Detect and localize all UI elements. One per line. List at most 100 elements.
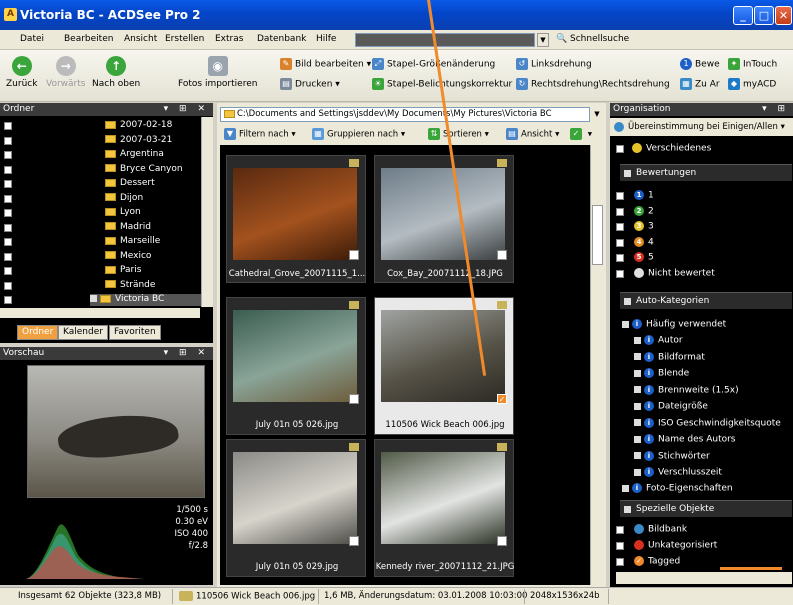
menu-extras[interactable]: Extras	[215, 34, 243, 44]
organisation-hscrollbar[interactable]	[616, 572, 792, 584]
folder-checkbox[interactable]	[4, 209, 12, 217]
tag-checkbox[interactable]	[349, 394, 359, 404]
expand-icon[interactable]	[634, 402, 641, 410]
org-checkbox[interactable]	[616, 254, 624, 262]
tag-checkbox[interactable]	[497, 536, 507, 546]
group-button[interactable]: ▦ Gruppieren nach ▾	[312, 128, 405, 140]
folder-item[interactable]: Argentina	[105, 149, 164, 161]
folder-checkbox[interactable]	[4, 180, 12, 188]
ratings-section-header[interactable]: Bewertungen	[620, 164, 792, 181]
menu-bearbeiten[interactable]: Bearbeiten	[64, 34, 113, 44]
sort-button[interactable]: ⇅ Sortieren ▾	[428, 128, 489, 140]
folder-checkbox[interactable]	[4, 136, 12, 145]
tag-checkbox[interactable]	[349, 250, 359, 260]
expand-icon[interactable]	[622, 320, 629, 328]
folder-item[interactable]: Strände	[105, 280, 155, 292]
thumbnail-item[interactable]: Cathedral_Grove_20071115_1...	[226, 155, 366, 283]
auto-category-item[interactable]: i ISO Geschwindigkeitsquote	[634, 417, 781, 431]
menu-erstellen[interactable]: Erstellen	[165, 34, 204, 44]
thumbnail-item[interactable]: Kennedy river_20071112_21.JPG	[374, 439, 514, 577]
tab-ordner[interactable]: Ordner	[17, 325, 59, 340]
menu-datei[interactable]: Datei	[20, 34, 44, 44]
tagged-checkbox[interactable]: ✓	[497, 394, 507, 404]
rating-item[interactable]: Nicht bewertet	[634, 267, 715, 281]
thumbnail-item[interactable]: ✓ 110506 Wick Beach 006.jpg	[374, 297, 514, 435]
rating-item[interactable]: 11	[634, 190, 654, 203]
quick-search-input[interactable]	[355, 33, 535, 47]
special-item-uncategorized[interactable]: Unkategorisiert	[634, 540, 717, 553]
collapse-icon[interactable]	[624, 298, 631, 305]
expand-icon[interactable]	[634, 468, 641, 476]
folder-item[interactable]: Dijon	[105, 193, 143, 205]
assign-button[interactable]: ▦ Zu Ar	[680, 78, 720, 90]
batch-resize-button[interactable]: ⤢ Stapel-Größenänderung	[372, 58, 495, 70]
org-checkbox[interactable]	[616, 207, 624, 216]
folder-item[interactable]: Victoria BC	[90, 294, 205, 306]
org-checkbox[interactable]	[616, 192, 624, 200]
auto-category-item[interactable]: i Blende	[634, 368, 689, 381]
menu-ansicht[interactable]: Ansicht	[124, 34, 157, 44]
collapse-icon[interactable]	[624, 170, 631, 177]
select-button[interactable]: ✓ ▾	[570, 128, 592, 140]
folder-item[interactable]: Dessert	[105, 178, 155, 190]
tab-kalender[interactable]: Kalender	[58, 325, 108, 340]
auto-category-item[interactable]: i Dateigröße	[634, 401, 708, 414]
menu-datenbank[interactable]: Datenbank	[257, 34, 306, 44]
back-button[interactable]: ← Zurück	[6, 56, 37, 89]
print-button[interactable]: ▤ Drucken ▾	[280, 78, 340, 90]
folder-item[interactable]: 2007-02-18	[105, 120, 172, 132]
tag-checkbox[interactable]	[497, 250, 507, 260]
folder-checkbox[interactable]	[4, 267, 12, 275]
auto-category-item[interactable]: i Name des Autors	[634, 434, 736, 447]
up-button[interactable]: ↑ Nach oben	[92, 56, 140, 89]
org-checkbox[interactable]	[616, 542, 624, 550]
org-checkbox[interactable]	[616, 269, 624, 278]
expand-icon[interactable]	[634, 353, 641, 360]
folder-item[interactable]: Lyon	[105, 207, 141, 219]
view-button[interactable]: ▤ Ansicht ▾	[506, 128, 559, 140]
folder-item[interactable]: Bryce Canyon	[105, 164, 183, 176]
path-dropdown-icon[interactable]: ▼	[591, 107, 603, 122]
rating-item[interactable]: 33	[634, 221, 654, 234]
tab-favoriten[interactable]: Favoriten	[109, 325, 161, 340]
scrollbar-thumb[interactable]	[592, 205, 603, 265]
rating-item[interactable]: 44	[634, 236, 654, 250]
folder-checkbox[interactable]	[4, 165, 12, 174]
expand-icon[interactable]	[634, 386, 641, 393]
pane-controls[interactable]: ▾ ⊞ ✕	[164, 347, 209, 360]
search-dropdown-icon[interactable]: ▼	[537, 33, 549, 47]
rotate-left-button[interactable]: ↺ Linksdrehung	[516, 58, 592, 70]
folder-checkbox[interactable]	[4, 238, 12, 246]
folders-scrollbar[interactable]	[201, 117, 213, 307]
path-field[interactable]: C:\Documents and Settings\jsddev\My Docu…	[220, 107, 590, 122]
expand-icon[interactable]	[622, 484, 629, 492]
thumbnail-item[interactable]: July 01n 05 029.jpg	[226, 439, 366, 577]
folder-checkbox[interactable]	[4, 194, 12, 203]
folder-checkbox[interactable]	[4, 296, 12, 304]
rotate-right-button[interactable]: ↻ Rechtsdrehung\Rechtsdrehung	[516, 78, 670, 90]
folder-item[interactable]: Mexico	[105, 251, 151, 263]
folder-checkbox[interactable]	[4, 122, 12, 130]
expand-icon[interactable]	[634, 336, 641, 344]
folder-checkbox[interactable]	[4, 252, 12, 261]
maximize-button[interactable]: □	[754, 6, 774, 25]
auto-category-item[interactable]: i Bildformat	[634, 351, 705, 365]
auto-category-item[interactable]: i Brennweite (1.5x)	[634, 384, 739, 398]
expand-icon[interactable]	[634, 435, 641, 443]
expand-icon[interactable]	[90, 295, 97, 302]
folder-item[interactable]: Paris	[105, 265, 141, 277]
special-item-bildbank[interactable]: Bildbank	[634, 524, 687, 537]
org-checkbox[interactable]	[616, 238, 624, 247]
thumbnail-item[interactable]: July 01n 05 026.jpg	[226, 297, 366, 435]
tag-checkbox[interactable]	[349, 536, 359, 546]
photo-properties-item[interactable]: i Foto-Eigenschaften	[622, 483, 733, 496]
org-checkbox[interactable]	[616, 558, 624, 566]
rate-button[interactable]: 1 Bewe	[680, 58, 720, 70]
frequent-used-item[interactable]: i Häufig verwendet	[622, 319, 726, 332]
folder-item[interactable]: 2007-03-21	[105, 135, 172, 147]
auto-category-item[interactable]: i Stichwörter	[634, 450, 710, 464]
intouch-button[interactable]: ✦ InTouch	[728, 58, 777, 70]
expand-icon[interactable]	[634, 452, 641, 459]
forward-button[interactable]: → Vorwärts	[46, 56, 85, 89]
folder-checkbox[interactable]	[4, 281, 12, 290]
